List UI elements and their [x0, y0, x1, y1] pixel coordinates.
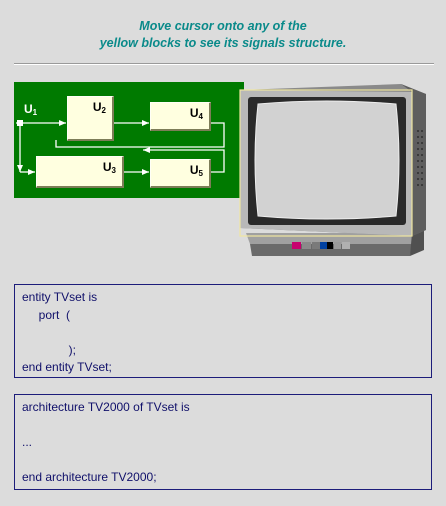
architecture-body-box: architecture TV2000 of TVset is ... end … [14, 394, 432, 490]
entity-line-3 [22, 324, 424, 342]
architecture-line-1: architecture TV2000 of TVset is [22, 400, 190, 414]
block-u5-label: U5 [189, 163, 203, 178]
architecture-line-3: ... [22, 435, 33, 449]
block-u4-label: U4 [189, 106, 203, 121]
entity-line-1: entity TVset is [22, 290, 98, 304]
architecture-line-4 [22, 452, 424, 470]
entity-line-5: end entity TVset; [22, 360, 112, 374]
separator [14, 63, 434, 65]
instruction-line-1: Move cursor onto any of the [139, 19, 307, 33]
architecture-line-2 [22, 417, 424, 435]
entity-line-2: port ( [22, 307, 71, 322]
entity-declaration-box: entity TVset is port ( ); end entity TVs… [14, 284, 432, 378]
block-u2[interactable]: U2 [67, 96, 114, 141]
tv-set-illustration [239, 84, 426, 256]
block-u2-label: U2 [92, 100, 106, 115]
block-u3[interactable]: U3 [36, 156, 124, 188]
instruction-line-2: yellow blocks to see its signals structu… [99, 36, 347, 50]
block-u5[interactable]: U5 [150, 159, 211, 188]
architecture-line-5: end architecture TV2000; [22, 470, 157, 484]
entity-line-4: ); [22, 342, 77, 357]
block-u4[interactable]: U4 [150, 102, 211, 131]
block-u3-label: U3 [102, 160, 116, 175]
block-diagram: U1 U2 U4 U3 U5 [14, 82, 244, 198]
instruction-text: Move cursor onto any of the yellow block… [0, 18, 446, 52]
input-signal-label: U1 [24, 102, 38, 117]
